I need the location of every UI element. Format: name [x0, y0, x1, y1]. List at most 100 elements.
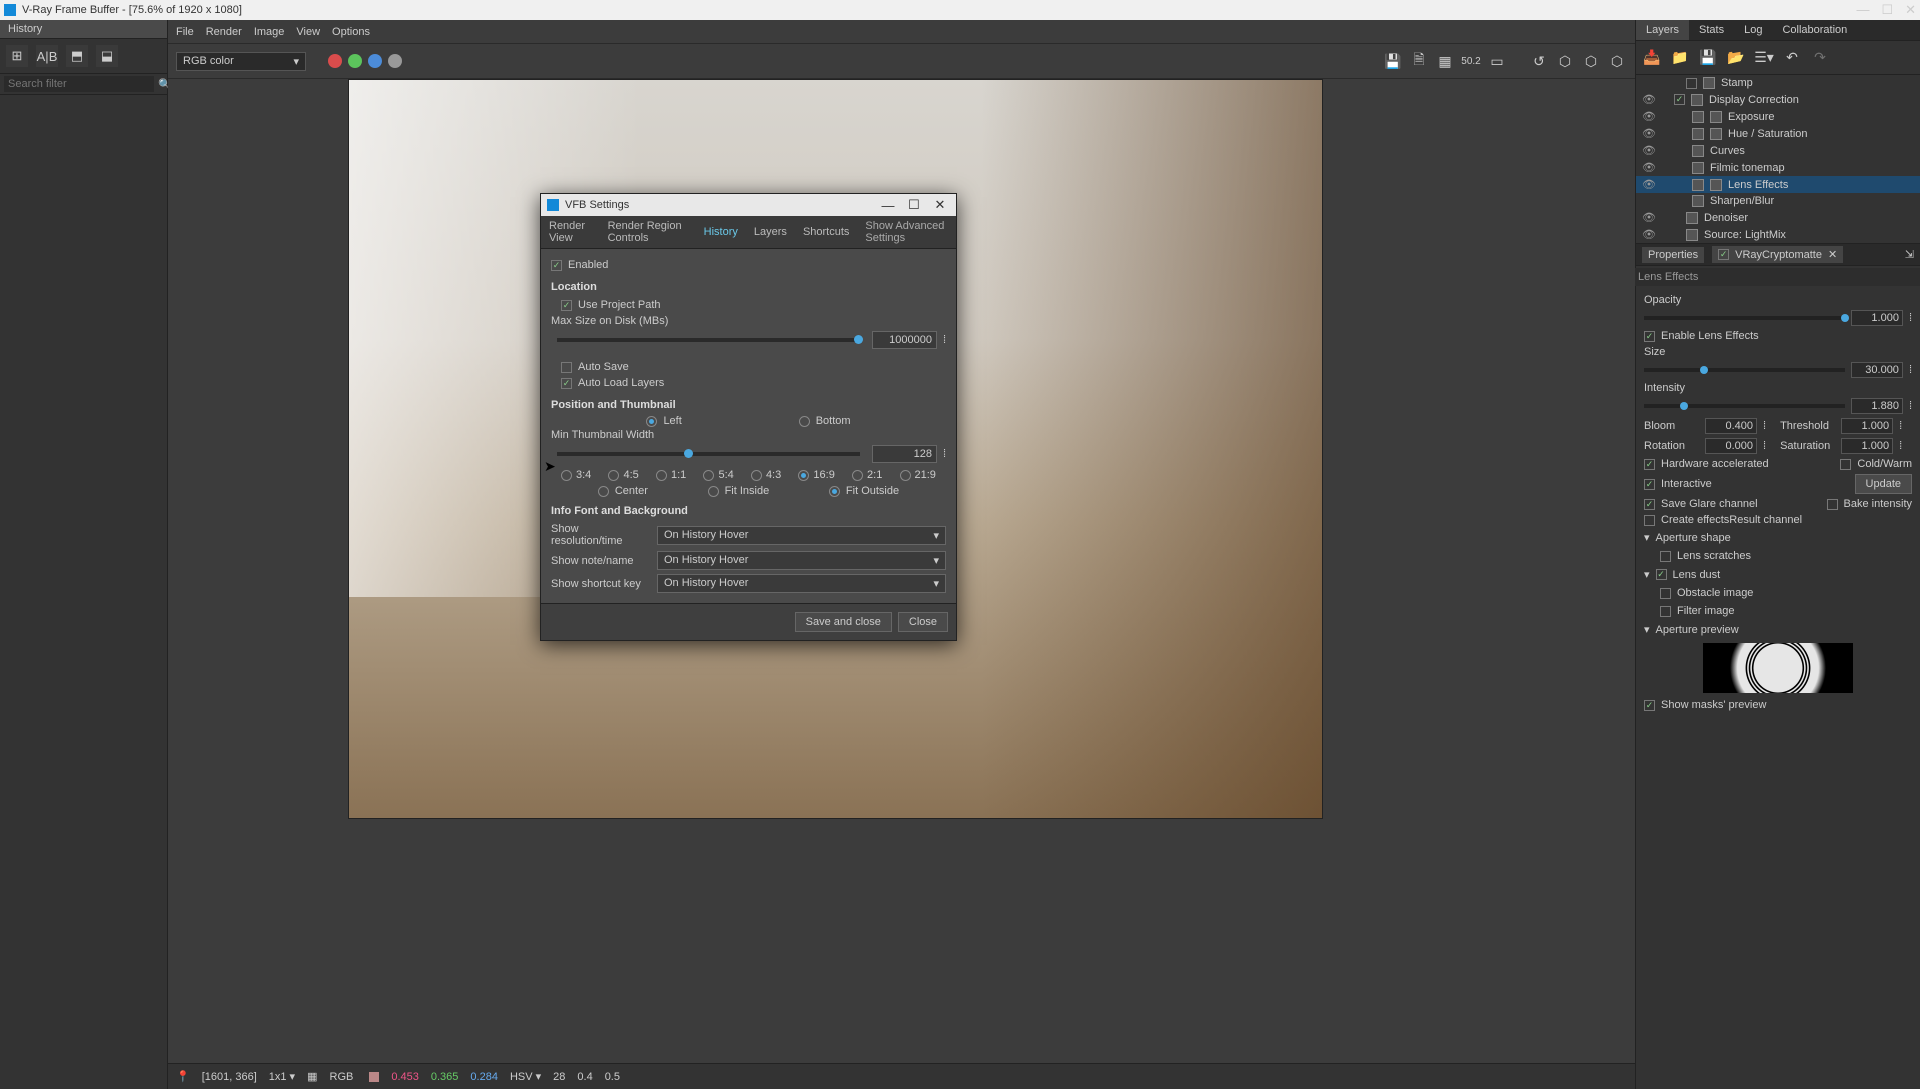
minimize-button[interactable]: —: [1856, 2, 1869, 18]
fit-outside-radio[interactable]: [829, 486, 840, 497]
visibility-icon[interactable]: 👁: [1642, 211, 1656, 224]
render-last-icon[interactable]: ⬡: [1581, 51, 1601, 71]
menu-icon[interactable]: ☰▾: [1754, 48, 1774, 68]
add-layer-icon[interactable]: 📥: [1642, 48, 1662, 68]
redo-icon[interactable]: ↷: [1810, 48, 1830, 68]
layer-row[interactable]: 👁Display Correction: [1636, 91, 1920, 108]
visibility-icon[interactable]: [1642, 195, 1656, 207]
ratio-option[interactable]: 4:3: [751, 469, 781, 481]
save-all-icon[interactable]: 🗎: [1409, 51, 1429, 71]
menu-render[interactable]: Render: [206, 26, 242, 38]
grid-icon[interactable]: ▦: [307, 1070, 317, 1083]
use-project-path-checkbox[interactable]: [561, 300, 572, 311]
opacity-spinner[interactable]: ⁞: [1909, 312, 1912, 324]
show-shortcut-select[interactable]: On History Hover▾: [657, 574, 946, 593]
size-slider[interactable]: [1644, 368, 1845, 372]
layer-row[interactable]: 👁Exposure: [1636, 108, 1920, 125]
folder-icon[interactable]: 📁: [1670, 48, 1690, 68]
menu-file[interactable]: File: [176, 26, 194, 38]
red-channel-button[interactable]: [328, 54, 342, 68]
visibility-icon[interactable]: 👁: [1642, 144, 1656, 157]
save-image-icon[interactable]: 💾: [1383, 51, 1403, 71]
region-render-icon[interactable]: ▦: [1435, 51, 1455, 71]
picker-icon[interactable]: 📍: [176, 1070, 190, 1083]
visibility-icon[interactable]: 👁: [1642, 127, 1656, 140]
ratio-option[interactable]: 16:9: [798, 469, 834, 481]
channel-select[interactable]: RGB color▾: [176, 52, 306, 71]
load-layers-icon[interactable]: 📂: [1726, 48, 1746, 68]
layer-mask-icon[interactable]: [1692, 111, 1704, 123]
mono-channel-button[interactable]: [388, 54, 402, 68]
close-button[interactable]: ✕: [1905, 2, 1916, 18]
layer-checkbox[interactable]: [1686, 78, 1697, 89]
intensity-slider[interactable]: [1644, 404, 1845, 408]
properties-tab[interactable]: Properties: [1642, 247, 1704, 263]
fit-icon[interactable]: ▭: [1487, 51, 1507, 71]
auto-save-checkbox[interactable]: [561, 362, 572, 373]
layer-mask-icon[interactable]: [1692, 179, 1704, 191]
max-size-slider[interactable]: [557, 338, 860, 342]
menu-image[interactable]: Image: [254, 26, 285, 38]
save-and-close-button[interactable]: Save and close: [795, 612, 892, 632]
render-icon[interactable]: ⬡: [1555, 51, 1575, 71]
bloom-input[interactable]: 0.400: [1705, 418, 1757, 434]
ratio-option[interactable]: 3:4: [561, 469, 591, 481]
bake-intensity-checkbox[interactable]: [1827, 499, 1838, 510]
visibility-icon[interactable]: [1642, 77, 1656, 89]
visibility-icon[interactable]: 👁: [1642, 228, 1656, 241]
layer-row[interactable]: 👁Curves: [1636, 142, 1920, 159]
layer-row[interactable]: 👁Source: LightMix: [1636, 226, 1920, 243]
blue-channel-button[interactable]: [368, 54, 382, 68]
layer-mask-icon[interactable]: [1692, 128, 1704, 140]
lens-scratches-row[interactable]: Lens scratches: [1644, 547, 1912, 565]
menu-options[interactable]: Options: [332, 26, 370, 38]
min-thumb-slider[interactable]: [557, 452, 860, 456]
show-res-select[interactable]: On History Hover▾: [657, 526, 946, 545]
maximize-button[interactable]: ☐: [1881, 2, 1893, 18]
layer-row[interactable]: 👁Denoiser: [1636, 209, 1920, 226]
opacity-slider[interactable]: [1644, 316, 1845, 320]
show-masks-checkbox[interactable]: [1644, 700, 1655, 711]
menu-view[interactable]: View: [296, 26, 320, 38]
scale-display[interactable]: 50.2: [1461, 51, 1481, 71]
visibility-icon[interactable]: 👁: [1642, 178, 1656, 191]
history-compare-icon[interactable]: A|B: [36, 45, 58, 67]
tab-render-region[interactable]: Render Region Controls: [600, 216, 696, 248]
tab-history[interactable]: History: [696, 222, 746, 242]
undo-icon[interactable]: ↶: [1782, 48, 1802, 68]
min-thumb-input[interactable]: 128: [872, 445, 937, 463]
dialog-close-button[interactable]: ✕: [930, 197, 950, 213]
threshold-input[interactable]: 1.000: [1841, 418, 1893, 434]
history-delete-icon[interactable]: ⬓: [96, 45, 118, 67]
create-effects-checkbox[interactable]: [1644, 515, 1655, 526]
layer-checkbox[interactable]: [1674, 94, 1685, 105]
tab-shortcuts[interactable]: Shortcuts: [795, 222, 857, 242]
layer-row[interactable]: Sharpen/Blur: [1636, 193, 1920, 209]
tab-layers-settings[interactable]: Layers: [746, 222, 795, 242]
history-load-icon[interactable]: ⬒: [66, 45, 88, 67]
layer-row[interactable]: 👁Hue / Saturation: [1636, 125, 1920, 142]
ratio-option[interactable]: 4:5: [608, 469, 638, 481]
close-dialog-button[interactable]: Close: [898, 612, 948, 632]
ratio-option[interactable]: 1:1: [656, 469, 686, 481]
tab-stats[interactable]: Stats: [1689, 20, 1734, 40]
props-menu-icon[interactable]: ⇲: [1905, 248, 1914, 261]
fit-center-radio[interactable]: [598, 486, 609, 497]
enabled-checkbox[interactable]: [551, 260, 562, 271]
max-size-input[interactable]: 1000000: [872, 331, 937, 349]
ratio-option[interactable]: 21:9: [900, 469, 936, 481]
aperture-preview-row[interactable]: ▾Aperture preview: [1644, 620, 1912, 639]
update-button[interactable]: Update: [1855, 474, 1912, 494]
cryptomatte-tab[interactable]: VRayCryptomatte ✕: [1712, 246, 1843, 263]
obstacle-image-row[interactable]: Obstacle image: [1644, 584, 1912, 602]
layer-row[interactable]: 👁Lens Effects: [1636, 176, 1920, 193]
intensity-input[interactable]: 1.880: [1851, 398, 1903, 414]
visibility-icon[interactable]: 👁: [1642, 110, 1656, 123]
saturation-input[interactable]: 1.000: [1841, 438, 1893, 454]
tab-log[interactable]: Log: [1734, 20, 1772, 40]
stop-render-icon[interactable]: ⬡: [1607, 51, 1627, 71]
layer-row[interactable]: 👁Filmic tonemap: [1636, 159, 1920, 176]
ratio-option[interactable]: 2:1: [852, 469, 882, 481]
show-advanced-link[interactable]: Show Advanced Settings: [857, 216, 956, 248]
fit-inside-radio[interactable]: [708, 486, 719, 497]
